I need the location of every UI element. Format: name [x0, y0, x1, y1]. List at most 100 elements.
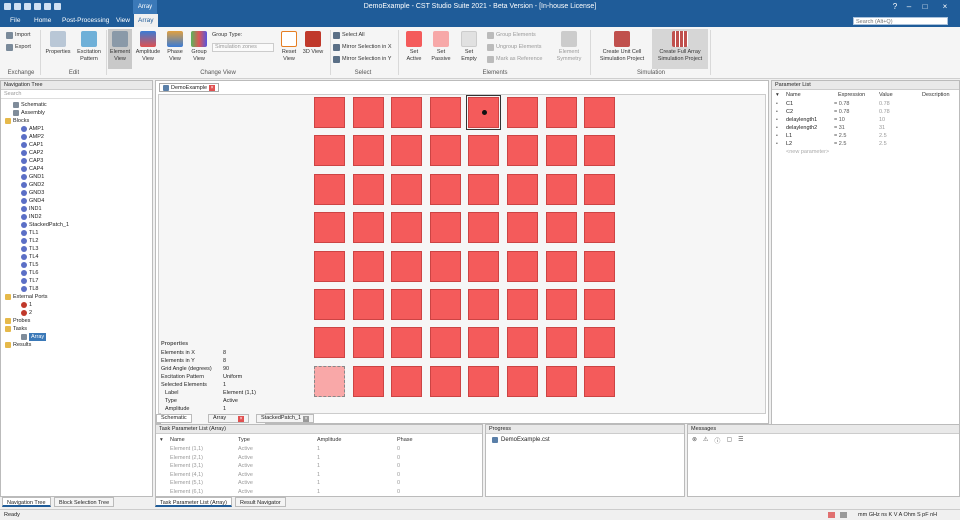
tree-item[interactable]: GND3: [21, 189, 44, 197]
layout-icon[interactable]: [840, 512, 847, 518]
parameter-row[interactable]: ▪ L2 = 2.5 2.5: [774, 140, 959, 148]
reset-view-button[interactable]: Reset View: [278, 31, 300, 63]
tab-schematic[interactable]: Schematic: [156, 414, 192, 423]
parameter-expression[interactable]: = 10: [834, 116, 845, 124]
array-element[interactable]: [352, 212, 384, 244]
array-element[interactable]: [429, 97, 461, 128]
array-element[interactable]: [352, 135, 384, 167]
tab-task-parameter-list[interactable]: Task Parameter List (Array): [155, 497, 232, 507]
properties-button[interactable]: Properties: [44, 31, 72, 56]
ungroup-elements-button[interactable]: Ungroup Elements: [487, 43, 542, 52]
tree-item[interactable]: Schematic: [13, 101, 47, 109]
array-element[interactable]: [314, 173, 345, 205]
tree-item[interactable]: TL1: [21, 229, 38, 237]
3d-view-button[interactable]: 3D View: [302, 31, 324, 56]
group-type-select[interactable]: Simulation zones: [212, 43, 274, 52]
array-element[interactable]: [429, 289, 461, 320]
set-passive-button[interactable]: Set Passive: [428, 31, 454, 63]
parameter-expression[interactable]: = 0.78: [834, 100, 849, 108]
info-filter-icon[interactable]: ⓘ: [714, 436, 720, 445]
array-element[interactable]: [507, 212, 538, 244]
tree-item[interactable]: Blocks: [5, 117, 29, 125]
tab-array-view[interactable]: Array ×: [208, 414, 250, 423]
amplitude-view-button[interactable]: Amplitude View: [134, 31, 162, 63]
array-element[interactable]: [391, 250, 423, 282]
array-element[interactable]: [391, 289, 423, 320]
select-all-button[interactable]: Select All: [333, 31, 365, 40]
array-element[interactable]: [584, 97, 616, 128]
tree-item[interactable]: Array: [21, 333, 47, 341]
array-element[interactable]: [468, 327, 500, 359]
array-element[interactable]: [314, 327, 345, 359]
close-tab-icon[interactable]: ×: [209, 84, 216, 91]
search-input[interactable]: Search (Alt+Q): [853, 17, 948, 25]
parameter-expression[interactable]: = 31: [834, 124, 845, 132]
array-element[interactable]: [545, 135, 577, 167]
grid-icon[interactable]: [828, 512, 835, 518]
tree-item[interactable]: TL8: [21, 285, 38, 293]
array-element[interactable]: [545, 327, 577, 359]
import-button[interactable]: Import: [6, 31, 31, 40]
task-parameter-row[interactable]: Element (5,1) Active 1 0: [160, 479, 480, 487]
tab-block-selection-tree[interactable]: Block Selection Tree: [54, 497, 115, 507]
tab-file[interactable]: File: [6, 14, 24, 27]
mirror-x-button[interactable]: Mirror Selection in X: [333, 43, 392, 52]
parameter-row[interactable]: ▪ delaylength1 = 10 10: [774, 116, 959, 124]
array-element[interactable]: [352, 97, 384, 128]
array-element[interactable]: [468, 135, 500, 167]
tree-item[interactable]: 2: [21, 309, 32, 317]
help-icon[interactable]: ?: [890, 2, 900, 12]
task-parameter-row[interactable]: Element (3,1) Active 1 0: [160, 462, 480, 470]
array-grid-canvas[interactable]: Properties Elements in X 8 Elements in Y8G…: [158, 94, 766, 426]
array-element[interactable]: [352, 289, 384, 320]
array-element[interactable]: [545, 212, 577, 244]
array-element[interactable]: [391, 212, 423, 244]
tree-item[interactable]: IND1: [21, 205, 42, 213]
array-element[interactable]: [545, 289, 577, 320]
parameter-row[interactable]: ▪ delaylength2 = 31 31: [774, 124, 959, 132]
excitation-pattern-button[interactable]: Excitation Pattern: [74, 31, 104, 63]
tree-item[interactable]: AMP1: [21, 125, 44, 133]
export-button[interactable]: Export: [6, 43, 31, 52]
tree-item[interactable]: GND4: [21, 197, 44, 205]
array-element[interactable]: [314, 250, 345, 282]
array-element[interactable]: [545, 97, 577, 128]
array-element[interactable]: [468, 173, 500, 205]
create-unit-cell-button[interactable]: Create Unit Cell Simulation Project: [594, 31, 650, 63]
array-element[interactable]: [507, 289, 538, 320]
array-element[interactable]: [429, 173, 461, 205]
array-element[interactable]: [429, 250, 461, 282]
array-element[interactable]: [584, 212, 616, 244]
array-element[interactable]: [314, 289, 345, 320]
array-element[interactable]: [314, 135, 345, 167]
array-element[interactable]: [545, 173, 577, 205]
array-element[interactable]: [584, 327, 616, 359]
set-empty-button[interactable]: Set Empty: [456, 31, 482, 63]
tab-home[interactable]: Home: [30, 14, 55, 27]
close-button[interactable]: ×: [940, 2, 950, 12]
tree-item[interactable]: Results: [5, 341, 31, 349]
mirror-y-button[interactable]: Mirror Selection in Y: [333, 55, 391, 64]
element-view-button[interactable]: Element View: [108, 29, 132, 69]
array-element[interactable]: [468, 365, 500, 397]
array-element[interactable]: [352, 250, 384, 282]
task-parameter-row[interactable]: Element (2,1) Active 1 0: [160, 454, 480, 462]
progress-item[interactable]: DemoExample.cst: [492, 437, 550, 443]
array-element[interactable]: [429, 327, 461, 359]
navigation-search-input[interactable]: Search: [1, 90, 152, 99]
array-element[interactable]: [429, 212, 461, 244]
array-element[interactable]: [352, 327, 384, 359]
tree-item[interactable]: GND2: [21, 181, 44, 189]
array-element[interactable]: [429, 365, 461, 397]
mark-reference-button[interactable]: Mark as Reference: [487, 55, 542, 64]
parameter-row[interactable]: ▪ C2 = 0.78 0.78: [774, 108, 959, 116]
array-element[interactable]: [584, 289, 616, 320]
filter-icon[interactable]: ▾: [160, 436, 163, 444]
tree-item[interactable]: CAP4: [21, 165, 43, 173]
array-element[interactable]: [507, 173, 538, 205]
task-parameter-row[interactable]: Element (6,1) Active 1 0: [160, 488, 480, 496]
parameter-expression[interactable]: = 0.78: [834, 108, 849, 116]
messages-list-icon[interactable]: ☰: [738, 436, 743, 445]
array-element[interactable]: [352, 173, 384, 205]
array-element[interactable]: [584, 135, 616, 167]
